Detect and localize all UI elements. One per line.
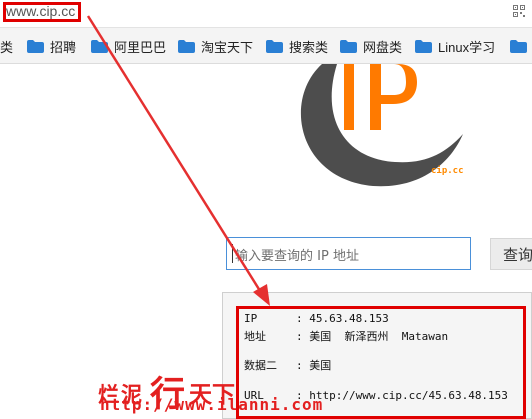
result-value: 45.63.48.153 [309, 312, 389, 325]
folder-icon [91, 39, 108, 53]
bookmark-search[interactable]: 搜索类 [266, 37, 328, 55]
result-sep: : [296, 330, 310, 343]
result-row-ip: IP: 45.63.48.153 [244, 312, 389, 325]
qr-code-icon[interactable] [513, 5, 525, 17]
folder-icon [266, 39, 283, 53]
logo-subtext: cip.cc [431, 166, 464, 176]
result-value: http://www.cip.cc/45.63.48.153 [309, 389, 508, 402]
search-placeholder: 输入要查询的 IP 地址 [235, 249, 359, 264]
bookmark-label: 类 [0, 39, 14, 55]
folder-icon [340, 39, 357, 53]
bookmark-label: 阿里巴巴 [114, 39, 167, 55]
address-bar: www.cip.cc [0, 0, 532, 28]
result-sep: : [296, 312, 310, 325]
bookmark-netdisk[interactable]: 网盘类 [340, 37, 402, 55]
result-key: 数据二 [244, 359, 277, 372]
bookmark-label: Linux学习 [438, 39, 496, 55]
folder-icon [178, 39, 195, 53]
bookmark-partial[interactable]: 类 [0, 37, 13, 55]
bookmark-label: 搜索类 [289, 39, 329, 55]
bookmark-zhaopin[interactable]: 招聘 [27, 37, 76, 55]
logo-letter-p [370, 64, 417, 130]
result-row-data2: 数据二: 美国 [244, 357, 331, 373]
bookmarks-bar: 类 招聘 阿里巴巴 淘宝天下 搜索类 网盘类 Linux学习 [0, 28, 532, 64]
bookmark-label: 招聘 [50, 39, 77, 55]
watermark-url: http://www.ilanni.com [100, 395, 324, 414]
bookmark-taobao[interactable]: 淘宝天下 [178, 37, 253, 55]
ip-search-input[interactable]: 输入要查询的 IP 地址 [226, 237, 471, 270]
url-text[interactable]: www.cip.cc [6, 3, 75, 19]
bookmark-partial-right[interactable] [510, 37, 532, 55]
result-key: IP [244, 312, 258, 325]
text-cursor [232, 244, 233, 263]
bookmark-label: 淘宝天下 [201, 39, 254, 55]
result-value: 美国 新泽西州 Matawan [309, 330, 449, 343]
folder-icon [27, 39, 44, 53]
folder-icon [415, 39, 432, 53]
folder-icon [510, 39, 527, 53]
logo-letter-i [344, 64, 354, 130]
bookmark-label: 网盘类 [363, 39, 403, 55]
result-value: 美国 [309, 359, 332, 372]
result-row-address: 地址: 美国 新泽西州 Matawan [244, 328, 448, 344]
bookmark-linux[interactable]: Linux学习 [415, 37, 495, 55]
result-sep: : [296, 359, 310, 372]
result-key: 地址 [244, 330, 266, 343]
bookmark-alibaba[interactable]: 阿里巴巴 [91, 37, 166, 55]
query-button[interactable]: 查询 [490, 238, 532, 270]
